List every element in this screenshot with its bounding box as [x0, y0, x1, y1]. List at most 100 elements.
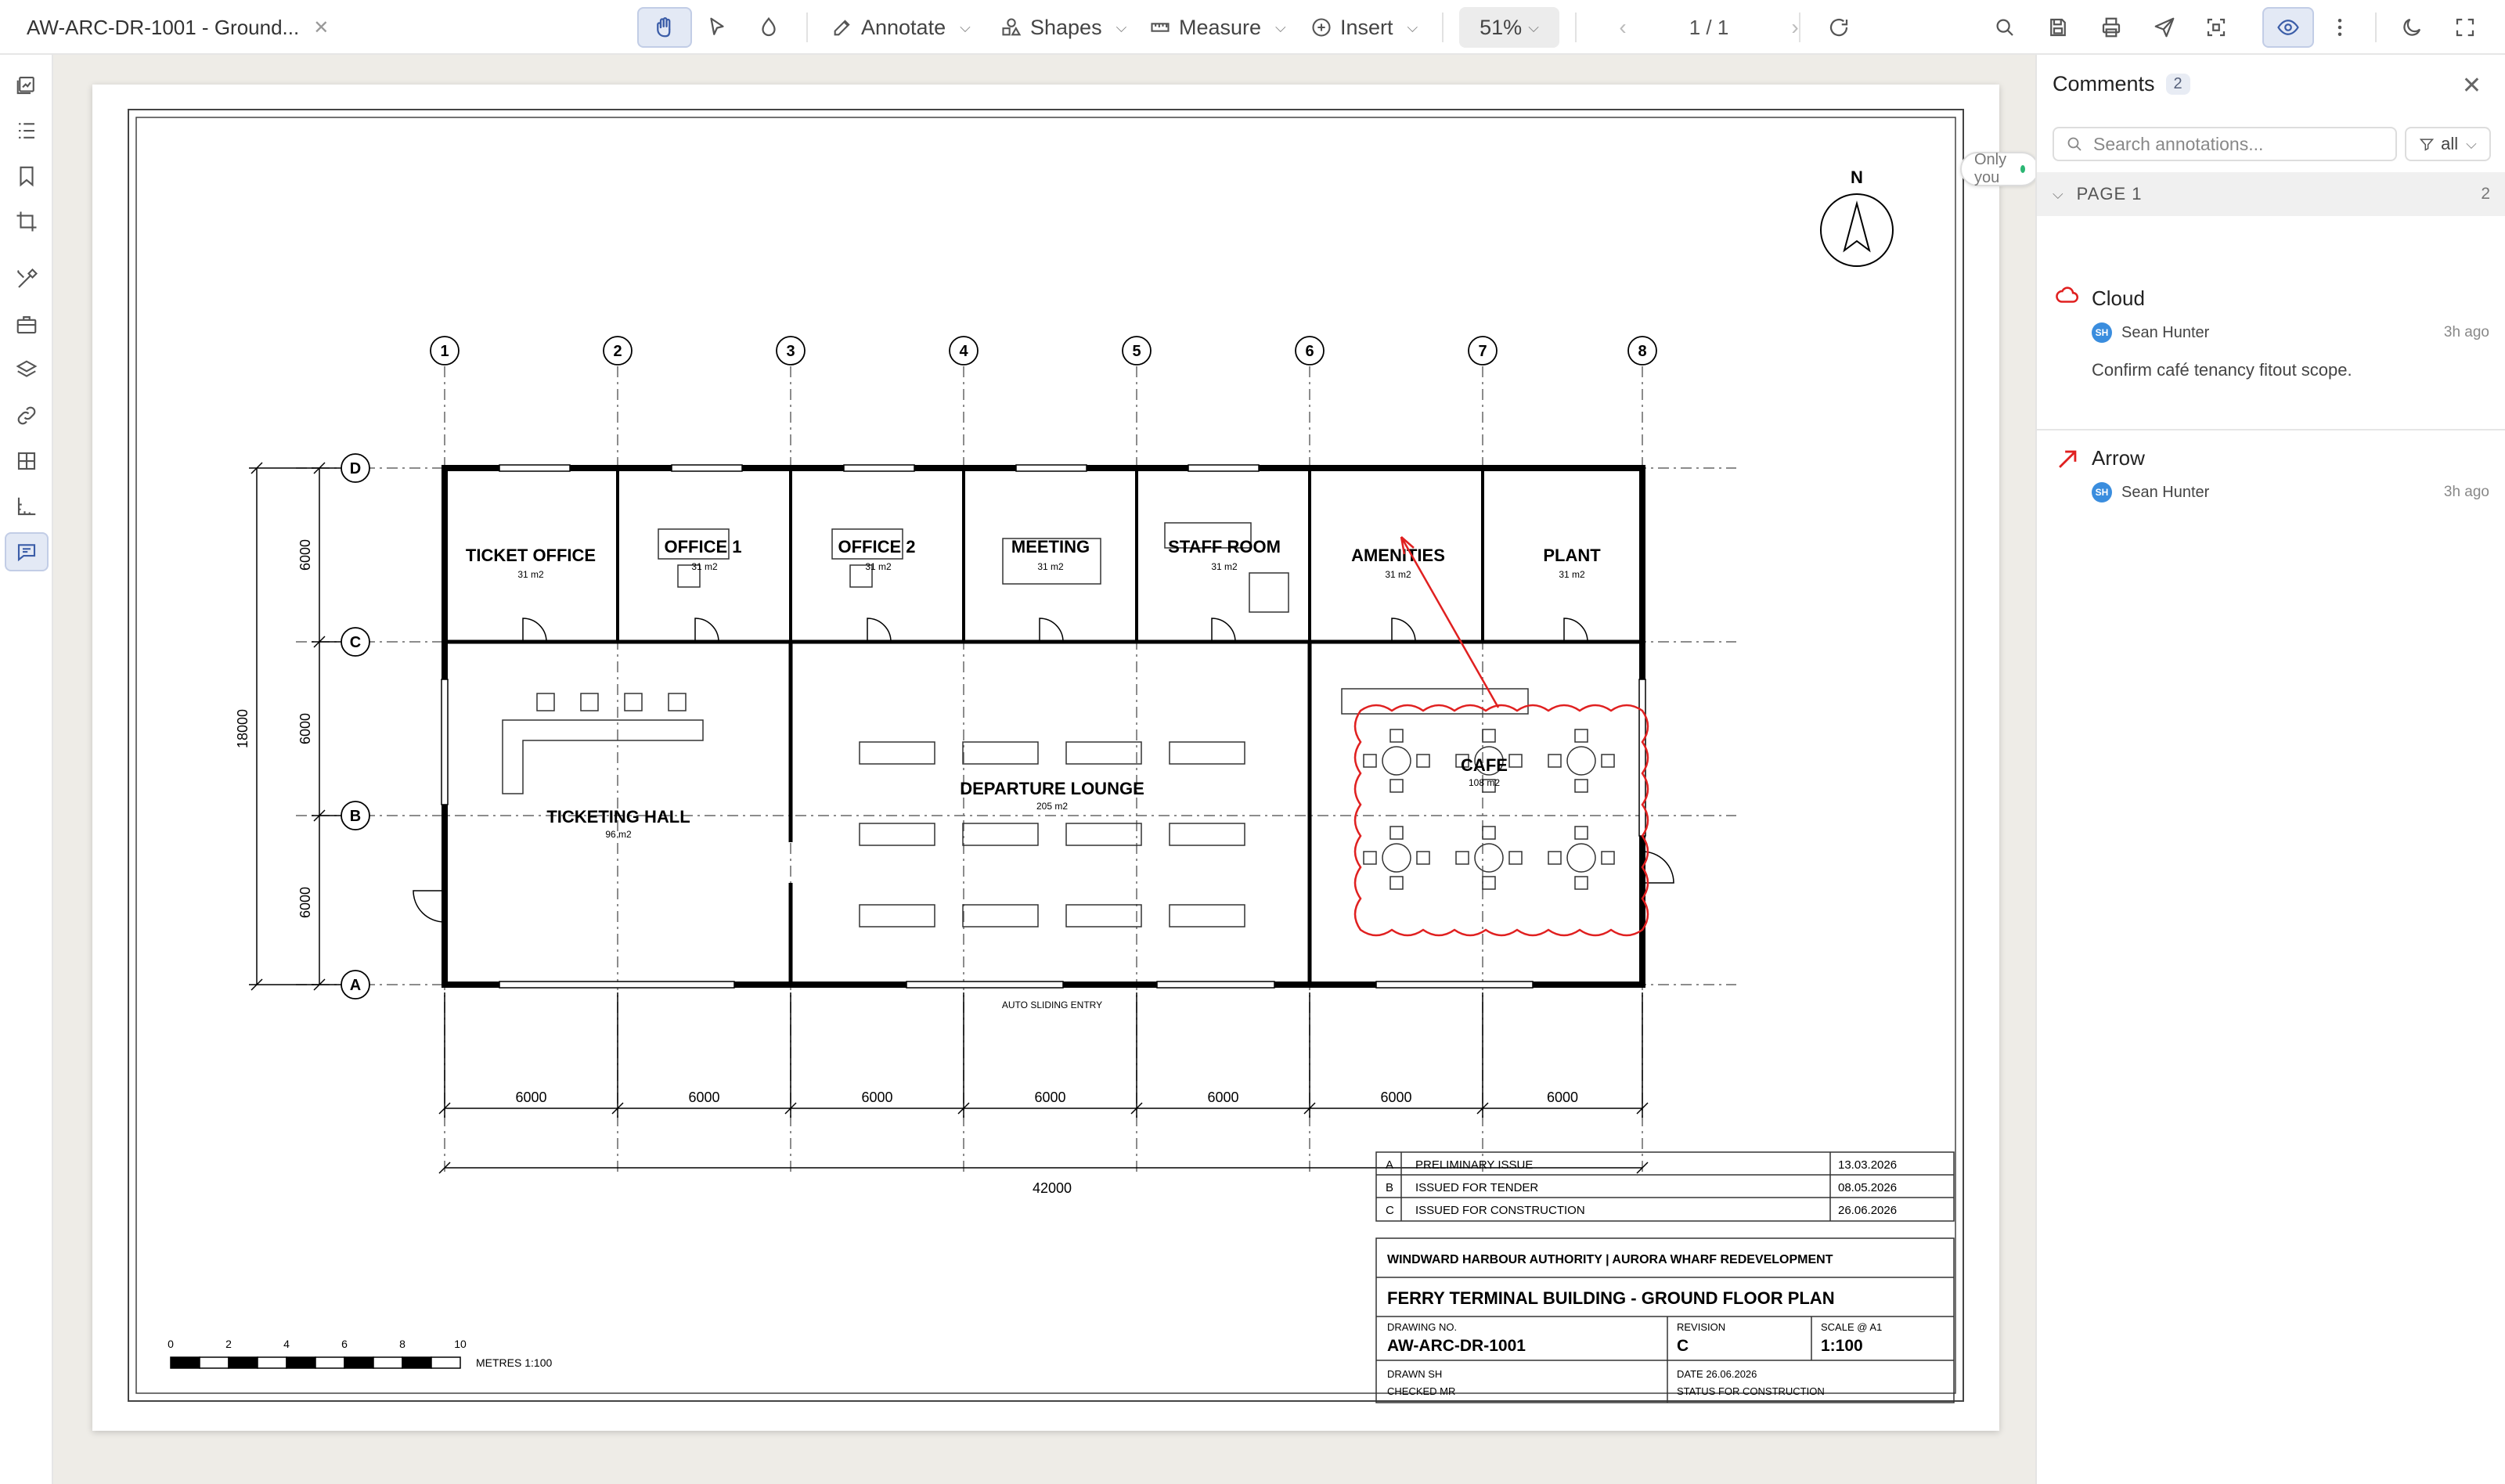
room-area: 108 m2	[1469, 777, 1500, 788]
close-panel-icon[interactable]: ✕	[2462, 72, 2482, 99]
author-name: Sean Hunter	[2121, 323, 2210, 341]
bay-dimension: 6000	[1034, 1090, 1065, 1105]
room-area: 31 m2	[1385, 569, 1411, 580]
more-options-button[interactable]	[2320, 7, 2359, 48]
scale-value: 1:100	[1821, 1337, 1863, 1355]
cafe-chair	[1416, 851, 1430, 865]
author-name: Sean Hunter	[2121, 483, 2210, 501]
fullscreen-icon	[2456, 18, 2474, 37]
chevron-down-icon: ⌵	[2466, 135, 2477, 152]
view-mode-button[interactable]	[2262, 7, 2314, 48]
grid-column-label: 3	[786, 343, 795, 360]
cafe-chair	[1389, 779, 1404, 793]
toolbox-button[interactable]	[5, 305, 49, 344]
scale-tick-label: 8	[399, 1338, 405, 1350]
top-toolbar: AW-ARC-DR-1001 - Ground... ✕ Annotate ⌵ S…	[0, 0, 2505, 55]
page-indicator: 1 / 1	[1689, 15, 1729, 39]
toolbar-divider	[1575, 13, 1577, 42]
document-canvas[interactable]: 12345678DCBA TICKET OFFICE OFFICE 1 OFFI…	[53, 55, 2040, 1484]
select-tool-button[interactable]	[692, 7, 742, 48]
toolbar-divider	[806, 13, 808, 42]
next-page-button[interactable]: ›	[1783, 15, 1807, 40]
measure-menu[interactable]: Measure ⌵	[1149, 0, 1286, 55]
visibility-label: Only you	[1974, 151, 2007, 186]
grid-button[interactable]	[5, 441, 49, 481]
crop-button[interactable]	[5, 202, 49, 241]
chevron-down-icon: ⌵	[2053, 186, 2064, 202]
cafe-chair	[1363, 851, 1377, 865]
room-label: TICKETING HALL	[546, 807, 690, 827]
bookmarks-button[interactable]	[5, 157, 49, 196]
grid-row-label: C	[350, 634, 361, 651]
grid-column-label: 8	[1638, 343, 1646, 360]
angle-ruler-icon	[17, 497, 36, 516]
document-tab[interactable]: AW-ARC-DR-1001 - Ground... ✕	[27, 0, 329, 55]
send-icon	[2154, 17, 2175, 38]
cafe-chair	[1482, 826, 1496, 840]
annotation-author: SH Sean Hunter	[2092, 482, 2209, 502]
revision-description: ISSUED FOR CONSTRUCTION	[1415, 1204, 1585, 1217]
comments-panel-button[interactable]	[5, 532, 49, 571]
chevron-down-icon: ⌵	[1116, 19, 1127, 35]
grid-column-label: 4	[959, 343, 968, 360]
fullscreen-button[interactable]	[2442, 7, 2488, 48]
rotate-button[interactable]	[1815, 7, 1863, 48]
pencil-icon	[834, 20, 850, 36]
vertical-dimension: 6000	[297, 539, 313, 571]
more-vertical-icon	[2337, 19, 2342, 36]
shapes-icon	[1002, 18, 1022, 36]
pan-tool-button[interactable]	[637, 7, 692, 48]
annotate-menu[interactable]: Annotate ⌵	[831, 0, 971, 55]
cafe-chair	[1455, 851, 1469, 865]
comments-title: Comments	[2053, 72, 2155, 95]
cafe-chair	[1416, 754, 1430, 768]
scale-bar-label: METRES 1:100	[476, 1356, 552, 1369]
links-button[interactable]	[5, 396, 49, 435]
cafe-table	[1382, 746, 1411, 776]
measurements-button[interactable]	[5, 487, 49, 526]
cafe-chair	[1482, 729, 1496, 743]
cafe-chair	[1574, 729, 1588, 743]
thumbnails-button[interactable]	[5, 66, 49, 105]
room-area: 31 m2	[691, 561, 718, 572]
cloud-annotation[interactable]	[1353, 704, 1649, 937]
page-navigator: ‹ 1 / 1 ›	[1611, 0, 1807, 55]
annotation-item[interactable]	[2037, 430, 2505, 517]
visibility-indicator[interactable]: Only you	[1960, 151, 2040, 186]
revision-description: PRELIMINARY ISSUE	[1415, 1158, 1533, 1172]
revision-description: ISSUED FOR TENDER	[1415, 1181, 1538, 1194]
annotations-search-input[interactable]: Search annotations...	[2053, 127, 2397, 161]
revision-date: 08.05.2026	[1838, 1181, 1897, 1194]
scale-tick-label: 2	[225, 1338, 232, 1350]
room-label: DEPARTURE LOUNGE	[960, 779, 1144, 798]
insert-menu[interactable]: Insert ⌵	[1310, 0, 1418, 55]
share-button[interactable]	[2142, 7, 2187, 48]
cafe-table	[1382, 843, 1411, 873]
north-arrow: N	[1820, 167, 1894, 267]
previous-page-button[interactable]: ‹	[1611, 15, 1635, 40]
scale-tick-label: 0	[168, 1338, 174, 1350]
save-button[interactable]	[2035, 7, 2081, 48]
outline-button[interactable]	[5, 111, 49, 150]
filter-dropdown[interactable]: all ⌵	[2405, 127, 2491, 161]
tools-button[interactable]	[5, 260, 49, 299]
room-area: 205 m2	[1036, 801, 1068, 812]
dark-mode-button[interactable]	[2389, 7, 2435, 48]
layers-button[interactable]	[5, 351, 49, 390]
close-tab-icon[interactable]: ✕	[313, 16, 329, 39]
print-button[interactable]	[2089, 7, 2134, 48]
cafe-chair	[1601, 754, 1615, 768]
page-group-header[interactable]: ⌵ PAGE 1 2	[2037, 172, 2505, 216]
insert-label: Insert	[1340, 15, 1393, 39]
shapes-menu[interactable]: Shapes ⌵	[1000, 0, 1126, 55]
drawing-status: STATUS FOR CONSTRUCTION	[1677, 1385, 1825, 1397]
capture-button[interactable]	[2193, 7, 2239, 48]
avatar: SH	[2092, 482, 2112, 502]
ink-tool-button[interactable]	[744, 7, 794, 48]
room-area: 31 m2	[1211, 561, 1238, 572]
revision-code: A	[1386, 1158, 1393, 1172]
zoom-select[interactable]: 51% ⌵	[1459, 7, 1559, 48]
search-button[interactable]	[1982, 7, 2027, 48]
scale-tick-label: 6	[341, 1338, 348, 1350]
cloud-icon	[2056, 286, 2078, 303]
